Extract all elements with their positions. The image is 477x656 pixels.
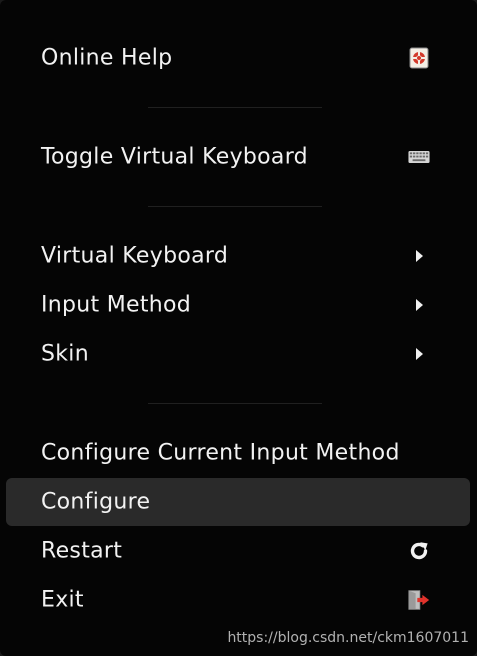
menu-item-label: Configure [41,489,151,515]
submenu-arrow-icon [408,245,430,267]
menu-item-configure-current-input-method[interactable]: Configure Current Input Method [6,429,470,477]
watermark-text: https://blog.csdn.net/ckm1607011 [227,630,469,646]
menu-item-label: Configure Current Input Method [41,440,400,466]
menu-item-exit[interactable]: Exit [6,576,470,624]
menu-item-virtual-keyboard[interactable]: Virtual Keyboard [6,232,470,280]
menu-item-label: Restart [41,538,123,564]
menu-separator [148,206,322,207]
keyboard-icon [408,146,430,168]
menu-item-skin[interactable]: Skin [6,330,470,378]
menu-item-toggle-virtual-keyboard[interactable]: Toggle Virtual Keyboard [6,133,470,181]
submenu-arrow-icon [408,343,430,365]
menu-item-online-help[interactable]: Online Help [6,34,470,82]
exit-icon [408,589,430,611]
menu-item-label: Input Method [41,292,192,318]
menu-item-label: Toggle Virtual Keyboard [41,144,308,170]
menu-item-restart[interactable]: Restart [6,527,470,575]
menu-item-configure[interactable]: Configure [6,478,470,526]
menu-item-label: Virtual Keyboard [41,243,229,269]
menu-separator [148,403,322,404]
menu-item-label: Skin [41,341,89,367]
restart-icon [408,540,430,562]
menu-item-input-method[interactable]: Input Method [6,281,470,329]
context-menu: Online Help Toggle Virtual Keyboard Virt… [0,0,477,656]
menu-item-label: Online Help [41,45,173,71]
menu-separator [148,107,322,108]
help-lifebuoy-icon [408,47,430,69]
menu-item-label: Exit [41,587,84,613]
submenu-arrow-icon [408,294,430,316]
